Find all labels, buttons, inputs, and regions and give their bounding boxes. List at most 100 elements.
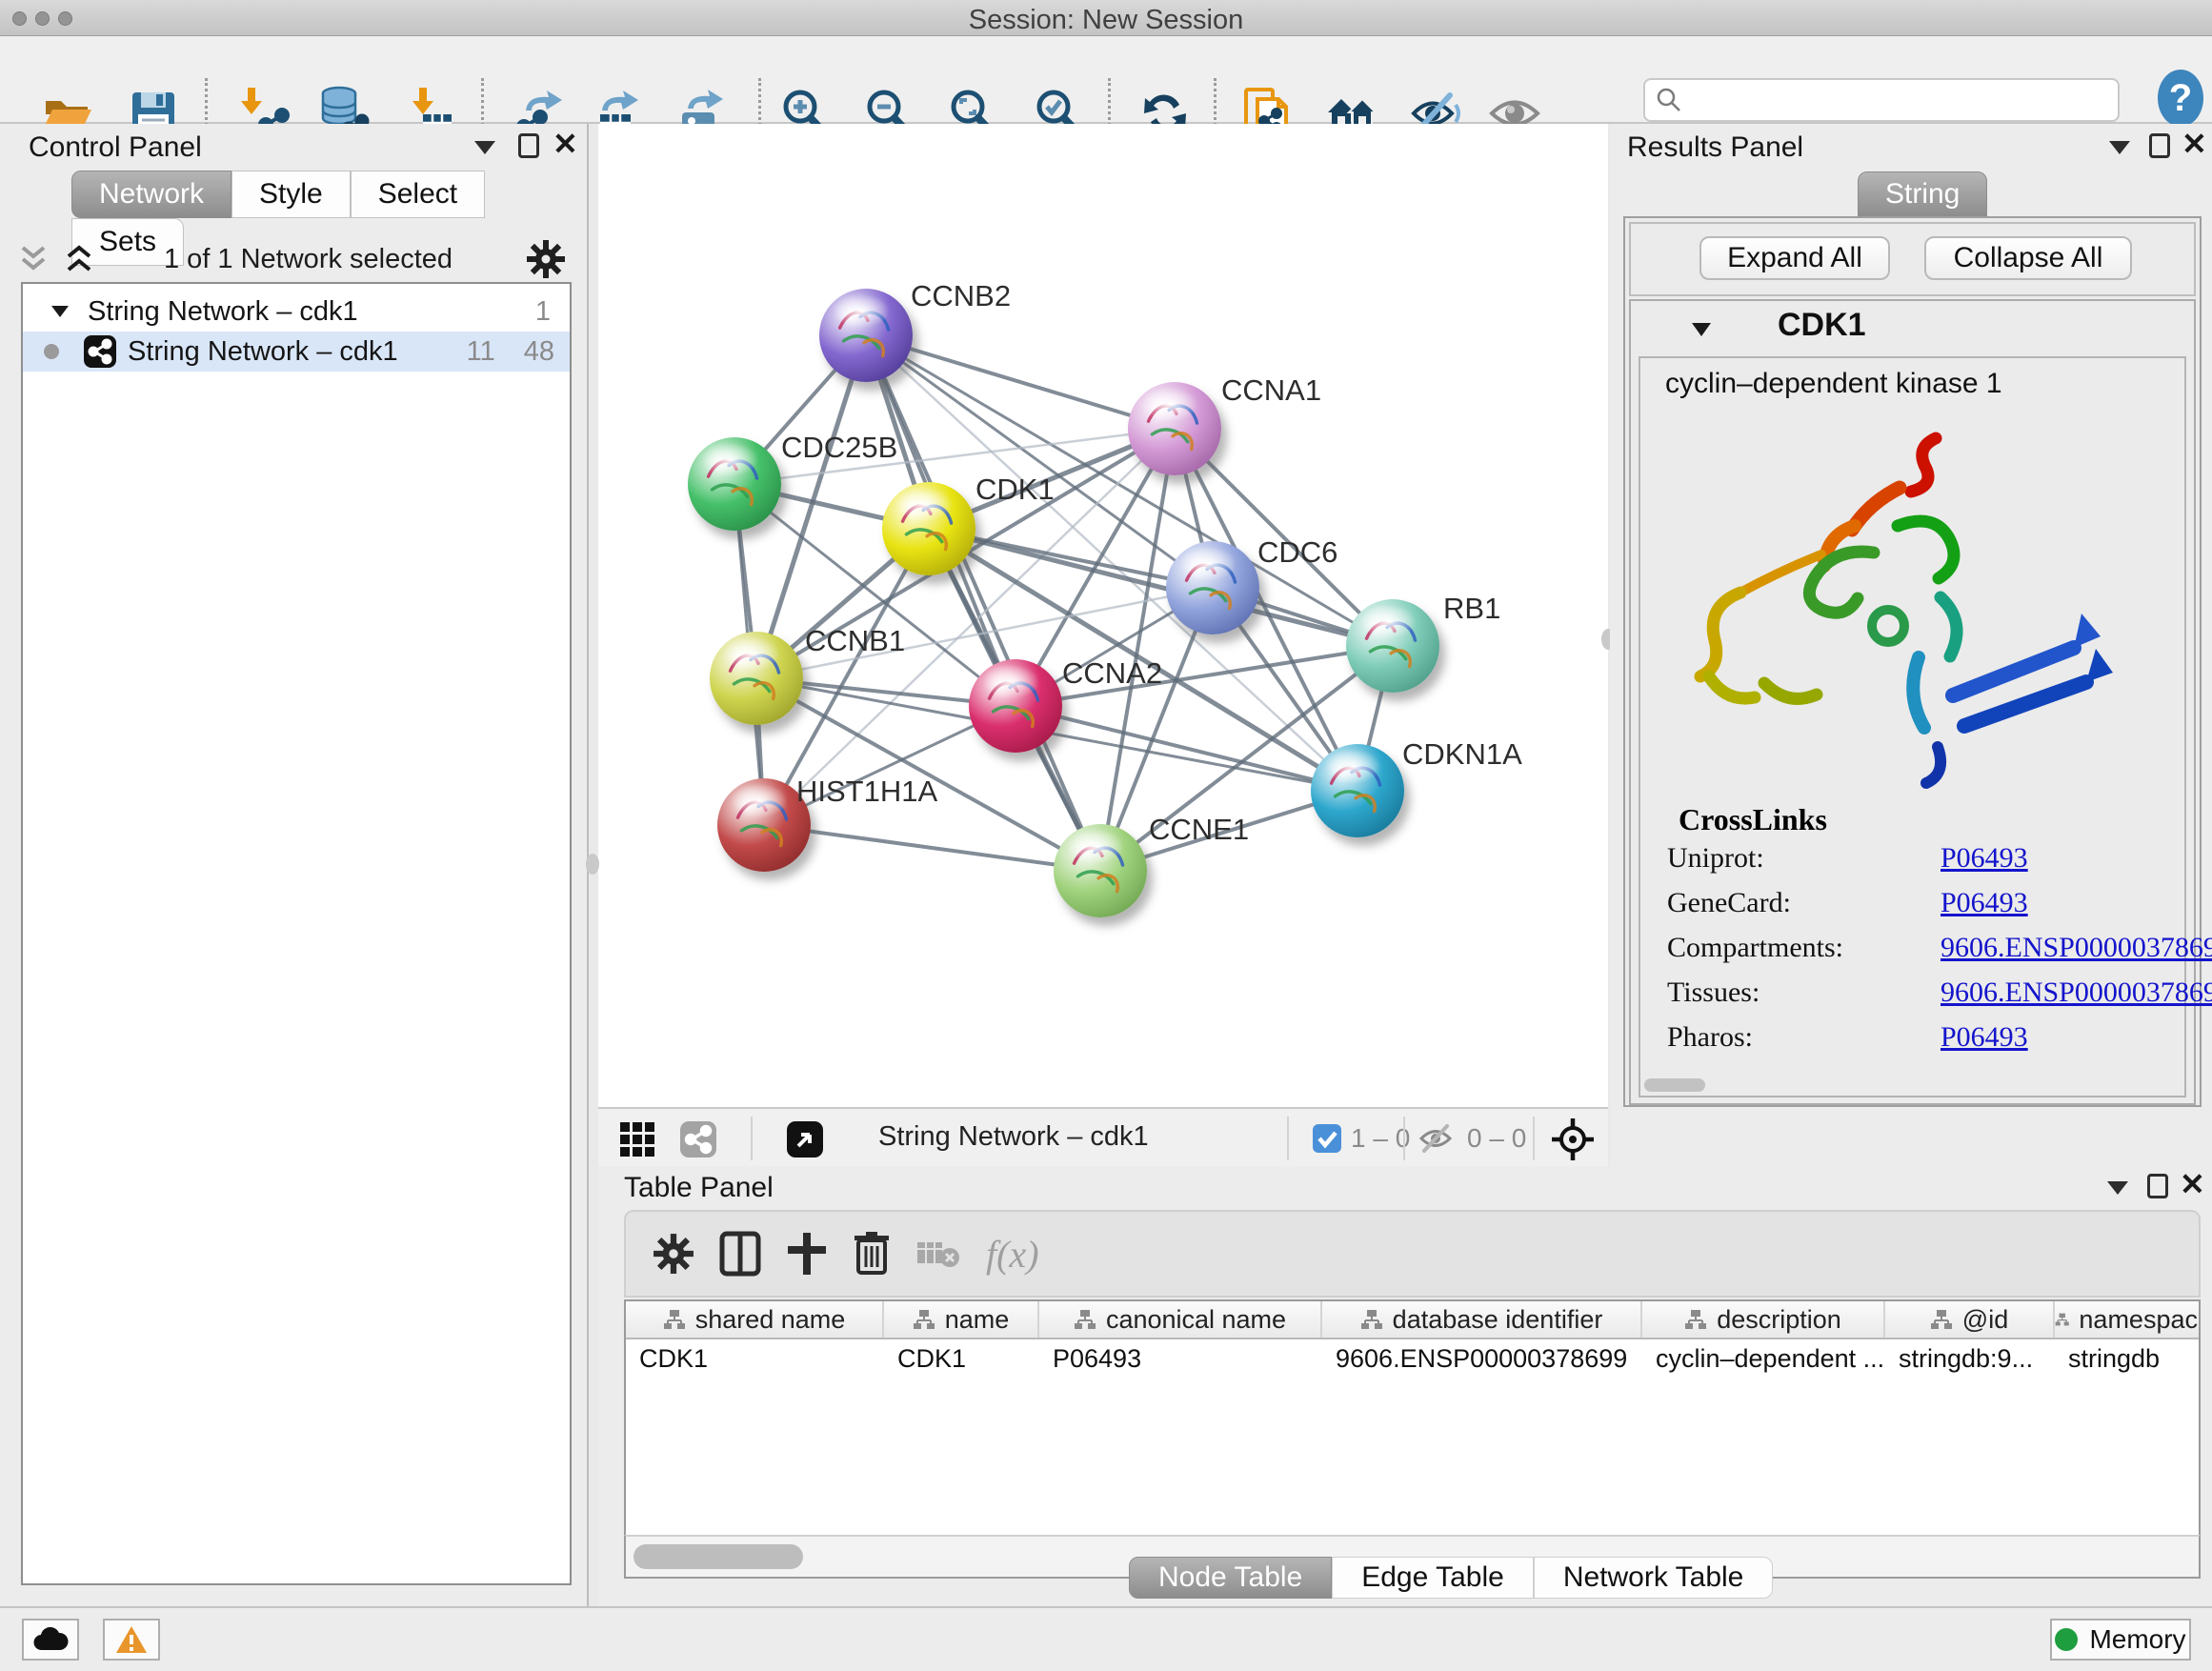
panel-menu-icon[interactable]: [474, 141, 495, 154]
tab-edge-table[interactable]: Edge Table: [1332, 1557, 1534, 1599]
crosslink-link[interactable]: P06493: [1941, 1021, 2028, 1054]
warning-button[interactable]: [103, 1619, 160, 1661]
column-header-namespace[interactable]: namespace: [2055, 1301, 2201, 1338]
node-CCNA2[interactable]: [969, 659, 1062, 753]
column-header-database-identifier[interactable]: database identifier: [1322, 1301, 1642, 1338]
cell-description[interactable]: cyclin–dependent ...: [1642, 1339, 1885, 1378]
tab-string[interactable]: String: [1858, 171, 1987, 217]
horizontal-scrollbar[interactable]: [1644, 1078, 1705, 1092]
node-CCNE1[interactable]: [1054, 824, 1147, 917]
tab-network[interactable]: Network: [71, 171, 231, 218]
tree-expander-icon[interactable]: [50, 303, 70, 320]
collapse-all-button[interactable]: Collapse All: [1924, 236, 2132, 280]
gene-expander-icon[interactable]: [1690, 320, 1713, 338]
panel-float-icon[interactable]: [518, 133, 539, 158]
crosslink-row: Pharos:P06493: [1640, 1021, 2188, 1066]
network-collection-row[interactable]: String Network – cdk1 1: [23, 292, 570, 332]
network-view-share-icon[interactable]: [680, 1121, 716, 1158]
node-CDC6[interactable]: [1166, 541, 1259, 634]
window-title: Session: New Session: [0, 5, 2212, 36]
panel-close-icon[interactable]: ✕: [2180, 1172, 2205, 1197]
node-CCNA1[interactable]: [1128, 382, 1221, 475]
node-label-CDKN1A: CDKN1A: [1402, 737, 1522, 772]
memory-button[interactable]: Memory: [2050, 1619, 2191, 1661]
gear-icon[interactable]: [653, 1233, 694, 1275]
node-table: shared namename canonical name database id…: [624, 1299, 2201, 1535]
help-button[interactable]: ?: [2157, 69, 2204, 128]
panel-float-icon[interactable]: [2147, 1174, 2168, 1198]
delete-column-icon[interactable]: [853, 1231, 891, 1277]
gear-icon[interactable]: [526, 239, 566, 279]
panel-float-icon[interactable]: [2149, 133, 2170, 158]
main-toolbar: ?: [0, 36, 2212, 124]
cell-canonical-name[interactable]: P06493: [1039, 1339, 1322, 1378]
results-panel-title: Results Panel: [1627, 131, 1803, 164]
add-column-icon[interactable]: [786, 1231, 828, 1277]
collapse-all-icon[interactable]: [17, 244, 50, 274]
panel-menu-icon[interactable]: [2107, 1181, 2128, 1195]
panel-menu-icon[interactable]: [2109, 141, 2130, 154]
node-gloss: [982, 664, 1040, 699]
network-row-selected[interactable]: String Network – cdk1 11 48: [23, 332, 570, 372]
node-gloss: [1359, 604, 1418, 639]
node-gloss: [1141, 387, 1199, 422]
crosslink-link[interactable]: P06493: [1941, 887, 2028, 919]
tab-node-table[interactable]: Node Table: [1129, 1557, 1332, 1599]
expand-all-button[interactable]: Expand All: [1699, 236, 1890, 280]
network-node-count: 11: [467, 336, 495, 368]
node-RB1[interactable]: [1346, 599, 1439, 693]
table-toolbar: f(x): [624, 1210, 2201, 1298]
cell-shared-name[interactable]: CDK1: [626, 1339, 884, 1378]
column-header-name[interactable]: name: [884, 1301, 1039, 1338]
expand-all-icon[interactable]: [63, 244, 95, 274]
node-CDKN1A[interactable]: [1311, 744, 1404, 837]
column-header-description[interactable]: description: [1642, 1301, 1885, 1338]
network-canvas[interactable]: CCNB2CCNA1CDC25BCDK1CDC6RB1CCNB1CCNA2CDK…: [598, 124, 1608, 1107]
selected-checkbox-icon[interactable]: [1313, 1124, 1341, 1153]
node-gloss: [701, 442, 759, 477]
cell--id[interactable]: stringdb:9...: [1885, 1339, 2055, 1378]
table-row[interactable]: CDK1CDK1P064939606.ENSP00000378699cyclin…: [626, 1339, 2199, 1378]
node-CCNB2[interactable]: [819, 289, 913, 382]
tab-select[interactable]: Select: [351, 171, 485, 218]
node-CCNB1[interactable]: [710, 632, 803, 725]
column-header-label: canonical name: [1106, 1305, 1286, 1335]
toolbar-separator: [1287, 1117, 1289, 1160]
crosshair-icon[interactable]: [1551, 1117, 1595, 1161]
fx-function-icon: f(x): [986, 1232, 1039, 1277]
node-CDC25B[interactable]: [688, 437, 781, 531]
search-input[interactable]: [1683, 86, 2093, 115]
columns-icon[interactable]: [719, 1231, 761, 1277]
panel-close-icon[interactable]: ✕: [553, 131, 578, 156]
memory-label: Memory: [2089, 1624, 2185, 1655]
node-CDK1[interactable]: [882, 482, 975, 575]
tab-network-table[interactable]: Network Table: [1534, 1557, 1774, 1599]
birdseye-arrow-icon[interactable]: [787, 1121, 823, 1158]
crosslinks-title: CrossLinks: [1679, 802, 1827, 837]
search-box: [1643, 78, 2120, 122]
crosslink-link[interactable]: 9606.ENSP00000378699: [1941, 976, 2212, 1009]
cloud-button[interactable]: [22, 1619, 79, 1661]
table-scrollbar[interactable]: [633, 1544, 803, 1569]
crosslink-link[interactable]: 9606.ENSP00000378699: [1941, 932, 2212, 964]
tab-style[interactable]: Style: [231, 171, 351, 218]
hidden-eye-icon[interactable]: [1418, 1122, 1458, 1155]
toolbar-separator: [1403, 1117, 1405, 1160]
node-gloss: [731, 783, 789, 818]
panel-close-icon[interactable]: ✕: [2182, 131, 2207, 156]
selected-count: 1 – 0: [1351, 1123, 1410, 1154]
grid-view-icon[interactable]: [619, 1121, 655, 1158]
crosslink-link[interactable]: P06493: [1941, 842, 2028, 875]
cell-namespace[interactable]: stringdb: [2055, 1339, 2201, 1378]
crosslink-row: Tissues:9606.ENSP00000378699: [1640, 976, 2188, 1021]
left-splitter-handle[interactable]: [586, 854, 599, 875]
column-type-icon: [913, 1309, 935, 1330]
column-header-shared-name[interactable]: shared name: [626, 1301, 884, 1338]
column-header--id[interactable]: @id: [1885, 1301, 2055, 1338]
edge-HIST1H1A-CCNE1[interactable]: [764, 825, 1100, 871]
node-label-CDK1: CDK1: [975, 473, 1055, 507]
column-header-canonical-name[interactable]: canonical name: [1039, 1301, 1322, 1338]
cell-database-identifier[interactable]: 9606.ENSP00000378699: [1322, 1339, 1642, 1378]
network-selected-status: 1 of 1 Network selected: [164, 244, 452, 275]
cell-name[interactable]: CDK1: [884, 1339, 1039, 1378]
